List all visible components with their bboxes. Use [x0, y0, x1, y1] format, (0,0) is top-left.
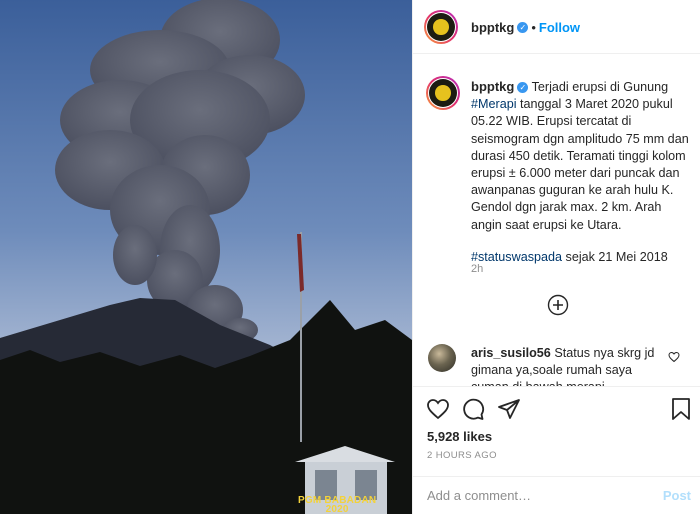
- photo-watermark: PGM BABADAN 2020: [298, 496, 376, 515]
- hashtag-statuswaspada[interactable]: #statuswaspada: [471, 250, 562, 264]
- header-user-row: bpptkg ✓ • Follow: [471, 19, 580, 37]
- caption-text-3: sejak 21 Mei 2018: [562, 249, 668, 264]
- header-username[interactable]: bpptkg: [471, 20, 514, 35]
- caption-text-2: tanggal 3 Maret 2020 pukul 05.22 WIB. Er…: [471, 97, 689, 232]
- hashtag-merapi[interactable]: #Merapi: [471, 97, 517, 111]
- share-icon[interactable]: [497, 397, 521, 421]
- likes-count[interactable]: 5,928 likes: [427, 429, 492, 444]
- watermark-line-2: 2020: [325, 504, 349, 515]
- verified-badge-icon: ✓: [517, 22, 529, 34]
- comment-item: aris_susilo56 Status nya skrg jd gimana …: [413, 334, 700, 386]
- post-header: bpptkg ✓ • Follow: [413, 0, 700, 54]
- follow-button[interactable]: Follow: [539, 20, 580, 35]
- add-comment-bar: Add a comment… Post: [413, 476, 700, 515]
- commenter-avatar[interactable]: [428, 344, 456, 372]
- instagram-post: PGM BABADAN 2020 bpptkg ✓ • Follow bpptkg ✓ …: [0, 0, 700, 514]
- caption-timestamp[interactable]: 2h: [471, 263, 483, 275]
- small-heart-icon[interactable]: [668, 351, 680, 363]
- post-caption: bpptkg ✓ Terjadi erupsi di Gunung #Merapi…: [471, 78, 691, 266]
- profile-avatar[interactable]: [424, 10, 458, 44]
- post-photo[interactable]: PGM BABADAN 2020: [0, 0, 412, 514]
- commenter-username[interactable]: aris_susilo56: [471, 346, 551, 360]
- post-comment-button[interactable]: Post: [663, 488, 691, 503]
- caption-avatar[interactable]: [426, 76, 460, 110]
- caption-username[interactable]: bpptkg: [471, 79, 514, 94]
- heart-icon[interactable]: [426, 397, 450, 421]
- separator-dot: •: [531, 20, 536, 35]
- save-icon[interactable]: [669, 397, 693, 421]
- add-comments-icon[interactable]: [547, 294, 569, 316]
- add-comment-input[interactable]: Add a comment…: [427, 488, 531, 503]
- comment-body: aris_susilo56 Status nya skrg jd gimana …: [471, 345, 666, 386]
- post-side-panel: bpptkg ✓ • Follow bpptkg ✓ Terjadi erupsi di…: [412, 0, 700, 514]
- verified-badge-icon: ✓: [517, 82, 529, 94]
- caption-text-1: Terjadi erupsi di Gunung: [531, 80, 669, 94]
- post-actions: 5,928 likes 2 HOURS AGO: [413, 386, 700, 477]
- volcano-eruption-image: [0, 0, 412, 514]
- post-timestamp[interactable]: 2 HOURS AGO: [427, 450, 497, 461]
- comment-icon[interactable]: [461, 397, 485, 421]
